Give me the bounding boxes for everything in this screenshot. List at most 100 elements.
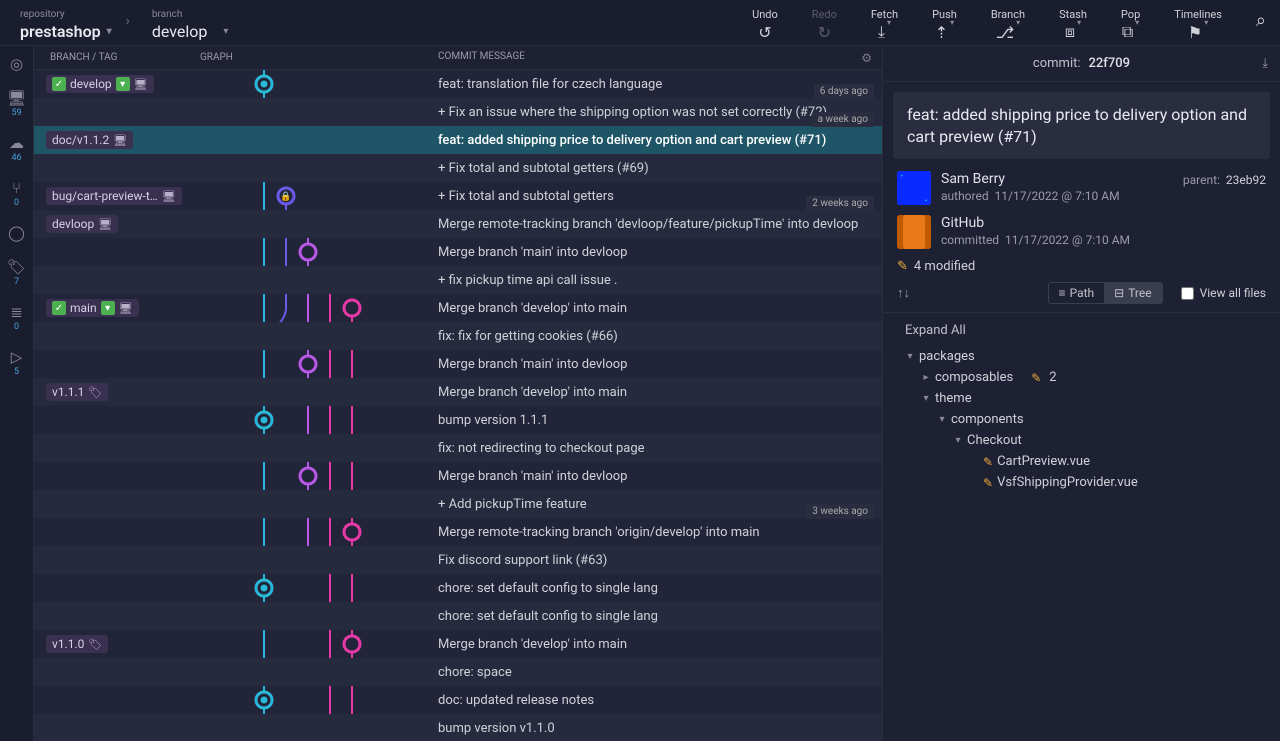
file-tree: Expand All ▾packages▸composables✎2▾theme… <box>883 313 1280 499</box>
tag-badge[interactable]: v1.1.0🏷 <box>46 635 108 653</box>
rail-desktop[interactable]: 🖥59 <box>0 86 33 121</box>
commit-message: Merge branch 'main' into devloop <box>426 245 882 260</box>
commit-row[interactable]: bump version v1.1.0 <box>34 714 882 741</box>
commit-message: + Fix total and subtotal getters (#69) <box>426 161 882 176</box>
expand-all-button[interactable]: Expand All <box>897 319 1266 346</box>
commit-row[interactable]: + Fix an issue where the shipping option… <box>34 98 882 126</box>
parent-label: parent: <box>1183 173 1220 187</box>
gear-icon[interactable]: ⚙ <box>861 51 882 65</box>
commit-row[interactable]: Merge branch 'main' into devloop <box>34 350 882 378</box>
time-divider: a week ago <box>812 112 874 127</box>
commit-message: Fix discord support link (#63) <box>426 553 882 568</box>
commit-row[interactable]: + fix pickup time api call issue . <box>34 266 882 294</box>
rail-tags[interactable]: 🏷7 <box>0 255 33 290</box>
commit-row[interactable]: v1.1.0🏷Merge branch 'develop' into main <box>34 630 882 658</box>
view-tree-button[interactable]: ⊟Tree <box>1104 283 1161 303</box>
branch-badge[interactable]: ✓develop▾🖥 <box>46 75 154 93</box>
rail-target[interactable]: ◎ <box>0 52 33 76</box>
tag-badge[interactable]: v1.1.1🏷 <box>46 383 108 401</box>
rail-stack[interactable]: ≣0 <box>0 300 33 335</box>
branch-button[interactable]: Branch⎇▾ <box>983 6 1033 45</box>
push-button[interactable]: Push⇡▾ <box>924 6 965 45</box>
disclosure-icon: ▾ <box>905 351 915 362</box>
view-all-files-checkbox[interactable]: View all files <box>1181 286 1266 300</box>
commit-row[interactable]: v1.1.1🏷 Merge branch 'develop' into main <box>34 378 882 406</box>
repository-selector[interactable]: repository prestashop▾ <box>0 7 124 45</box>
commit-row[interactable]: bump version 1.1.1 <box>34 406 882 434</box>
commit-row[interactable]: ✓develop▾🖥feat: translation file for cze… <box>34 70 882 98</box>
commit-message: Merge branch 'main' into devloop <box>426 357 882 372</box>
chevron-right-icon: › <box>124 13 132 33</box>
tree-folder[interactable]: ▾theme <box>897 388 1266 409</box>
tree-folder[interactable]: ▾components <box>897 409 1266 430</box>
commit-message: Merge branch 'develop' into main <box>426 385 882 400</box>
time-divider: 2 weeks ago <box>806 196 874 211</box>
commit-row[interactable]: bug/cart-preview-t…🖥+ Fix total and subt… <box>34 182 882 210</box>
commit-row[interactable]: Fix discord support link (#63) <box>34 546 882 574</box>
commit-row[interactable]: + Add pickupTime feature <box>34 490 882 518</box>
view-toggle: ≡Path ⊟Tree <box>1048 282 1163 304</box>
pop-icon: ⧉▾ <box>1122 23 1139 41</box>
tags-icon: 🏷 <box>7 258 26 276</box>
tree-file[interactable]: ✎CartPreview.vue <box>897 451 1266 472</box>
commit-row[interactable]: doc: updated release notes <box>34 686 882 714</box>
author-avatar <box>897 171 931 205</box>
commit-row[interactable]: chore: space <box>34 658 882 686</box>
undo-button[interactable]: Undo↺ <box>744 6 786 45</box>
commit-detail-panel: commit: 22f709 ⤓ feat: added shipping pr… <box>882 46 1280 741</box>
file-view-tools: ↑↓ ≡Path ⊟Tree View all files <box>883 282 1280 313</box>
tree-file[interactable]: ✎VsfShippingProvider.vue <box>897 472 1266 493</box>
remote-icon: 🖥 <box>162 190 176 203</box>
view-path-button[interactable]: ≡Path <box>1049 283 1105 303</box>
stash-button[interactable]: Stash⧈▾ <box>1051 6 1095 45</box>
disclosure-icon: ▾ <box>921 393 931 404</box>
author-name: Sam Berry <box>941 171 1120 187</box>
download-icon[interactable]: ⤓ <box>1262 56 1268 71</box>
sort-icon[interactable]: ↑↓ <box>897 285 910 301</box>
rail-github[interactable]: ◯ <box>0 221 33 245</box>
pencil-icon: ✎ <box>897 259 908 274</box>
fetch-button[interactable]: Fetch⤓▾ <box>863 6 906 45</box>
tree-folder[interactable]: ▸composables✎2 <box>897 367 1266 388</box>
desktop-icon: 🖥 <box>7 89 26 107</box>
commit-message: Merge branch 'main' into devloop <box>426 469 882 484</box>
tree-folder[interactable]: ▾packages <box>897 346 1266 367</box>
commit-message: bump version 1.1.1 <box>426 413 882 428</box>
commit-row[interactable]: Merge remote-tracking branch 'origin/dev… <box>34 518 882 546</box>
commit-message: fix: not redirecting to checkout page <box>426 441 882 456</box>
branch-selector[interactable]: branch develop▾ <box>132 7 241 45</box>
commit-row[interactable]: Merge branch 'main' into devloop <box>34 462 882 490</box>
commit-message: chore: set default config to single lang <box>426 581 882 596</box>
commit-row[interactable]: ✓main▾🖥Merge branch 'develop' into main <box>34 294 882 322</box>
commit-row[interactable]: doc/v1.1.2🖥feat: added shipping price to… <box>34 126 882 154</box>
commits-list[interactable]: 🔒🔒🔒 ✓develop▾🖥feat: translation file for… <box>34 70 882 741</box>
search-icon[interactable]: ⌕ <box>1242 4 1280 41</box>
commit-row[interactable]: chore: set default config to single lang <box>34 574 882 602</box>
rail-cloud[interactable]: ☁46 <box>0 131 33 166</box>
branch-badge[interactable]: bug/cart-preview-t…🖥 <box>46 187 182 205</box>
commit-sha[interactable]: 22f709 <box>1089 56 1131 71</box>
committer-name: GitHub <box>941 215 1130 231</box>
left-rail: ◎ 🖥59 ☁46 ⑂0 ◯ 🏷7 ≣0 ▷5 <box>0 46 34 741</box>
commit-row[interactable]: fix: fix for getting cookies (#66) <box>34 322 882 350</box>
stash-icon: ⧈▾ <box>1065 23 1081 41</box>
branch-badge[interactable]: doc/v1.1.2🖥 <box>46 131 133 149</box>
tree-folder[interactable]: ▾Checkout <box>897 430 1266 451</box>
commit-row[interactable]: Merge branch 'main' into devloop <box>34 238 882 266</box>
commit-header: commit: 22f709 ⤓ <box>883 46 1280 82</box>
commit-row[interactable]: chore: set default config to single lang <box>34 602 882 630</box>
commit-message: fix: fix for getting cookies (#66) <box>426 329 882 344</box>
commit-row[interactable]: devloop🖥 Merge remote-tracking branch 'de… <box>34 210 882 238</box>
parent-sha[interactable]: 23eb92 <box>1226 173 1266 187</box>
commit-row[interactable]: fix: not redirecting to checkout page <box>34 434 882 462</box>
commit-message: Merge remote-tracking branch 'devloop/fe… <box>426 217 882 232</box>
chevron-down-icon: ▾ <box>223 26 228 37</box>
branch-badge[interactable]: ✓main▾🖥 <box>46 299 139 317</box>
branch-badge[interactable]: devloop🖥 <box>46 215 118 233</box>
pop-button[interactable]: Pop⧉▾ <box>1113 6 1148 45</box>
commit-row[interactable]: + Fix total and subtotal getters (#69) <box>34 154 882 182</box>
timelines-button[interactable]: Timelines⚑▾ <box>1166 6 1230 45</box>
rail-play[interactable]: ▷5 <box>0 345 33 380</box>
top-toolbar: repository prestashop▾ › branch develop▾… <box>0 0 1280 46</box>
rail-pr[interactable]: ⑂0 <box>0 176 33 211</box>
